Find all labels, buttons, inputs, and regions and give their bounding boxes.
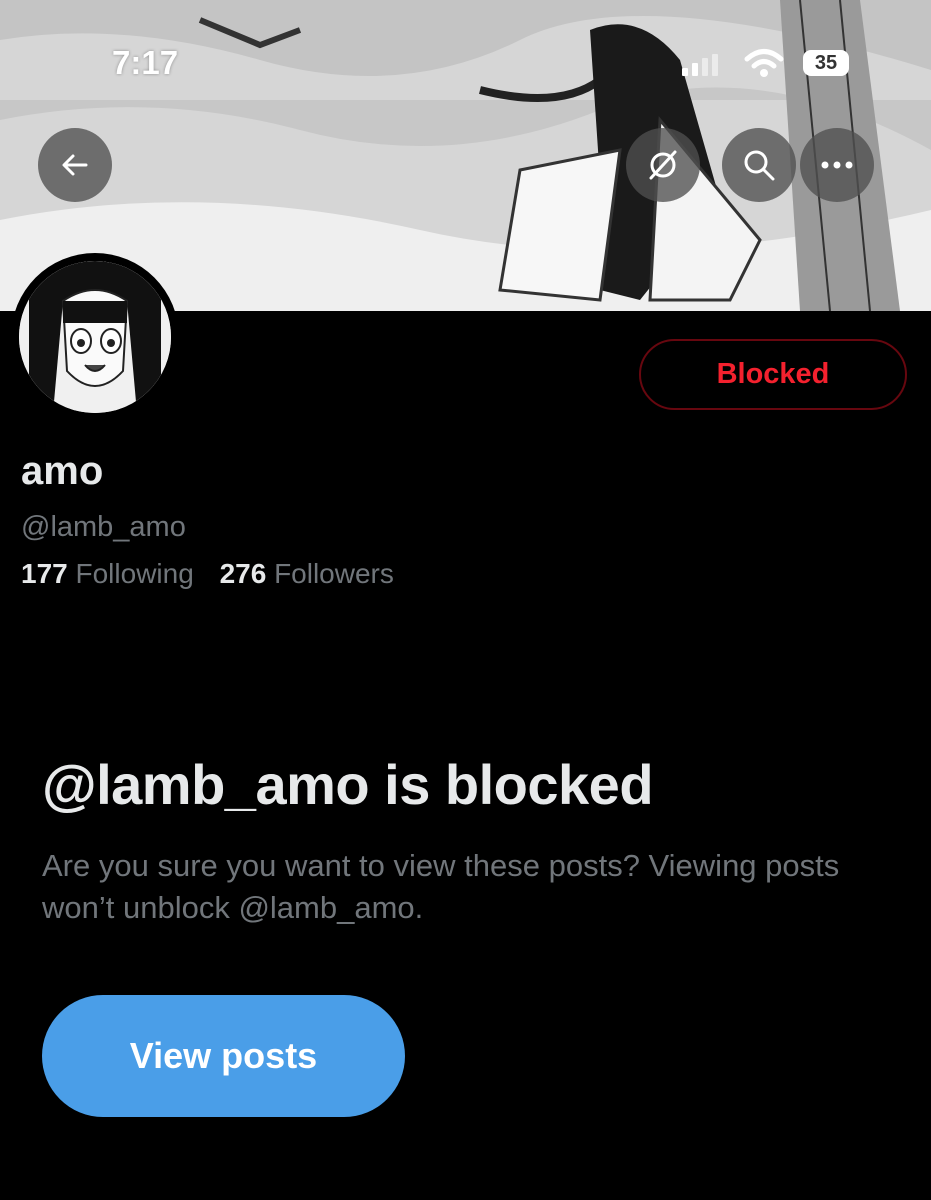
followers-link[interactable]: 276 Followers xyxy=(220,558,394,589)
blocked-notice-description: Are you sure you want to view these post… xyxy=(42,848,840,925)
followers-count: 276 xyxy=(219,558,267,589)
wifi-icon xyxy=(744,49,784,77)
grok-button[interactable] xyxy=(626,128,700,202)
arrow-left-icon xyxy=(62,154,88,176)
search-icon xyxy=(744,150,775,181)
profile-stats: 177 Following 276 Followers xyxy=(21,558,412,590)
following-label: Following xyxy=(75,558,194,589)
avatar-image xyxy=(19,261,171,413)
following-link[interactable]: 177 Following xyxy=(21,558,194,589)
more-options-button[interactable] xyxy=(800,128,874,202)
profile-handle: @lamb_amo xyxy=(21,511,186,543)
blocked-notice-title: @lamb_amo is blocked xyxy=(42,753,654,816)
battery-level: 35 xyxy=(814,52,838,74)
blocked-button-label: Blocked xyxy=(716,358,830,390)
following-count: 177 xyxy=(21,558,68,589)
view-posts-label: View posts xyxy=(129,1035,318,1076)
back-button[interactable] xyxy=(38,128,112,202)
display-name: amo xyxy=(21,449,104,493)
status-bar: 7:17 35 xyxy=(0,0,931,110)
cellular-signal-icon xyxy=(682,54,718,76)
profile-avatar[interactable] xyxy=(11,253,179,421)
search-button[interactable] xyxy=(722,128,796,202)
status-time: 7:17 xyxy=(112,44,179,81)
more-horizontal-icon xyxy=(821,161,853,169)
followers-label: Followers xyxy=(274,558,394,589)
grok-icon xyxy=(649,150,677,180)
view-posts-button[interactable]: View posts xyxy=(42,995,405,1117)
battery-indicator: 35 xyxy=(803,50,849,76)
blocked-button[interactable]: Blocked xyxy=(639,339,907,410)
